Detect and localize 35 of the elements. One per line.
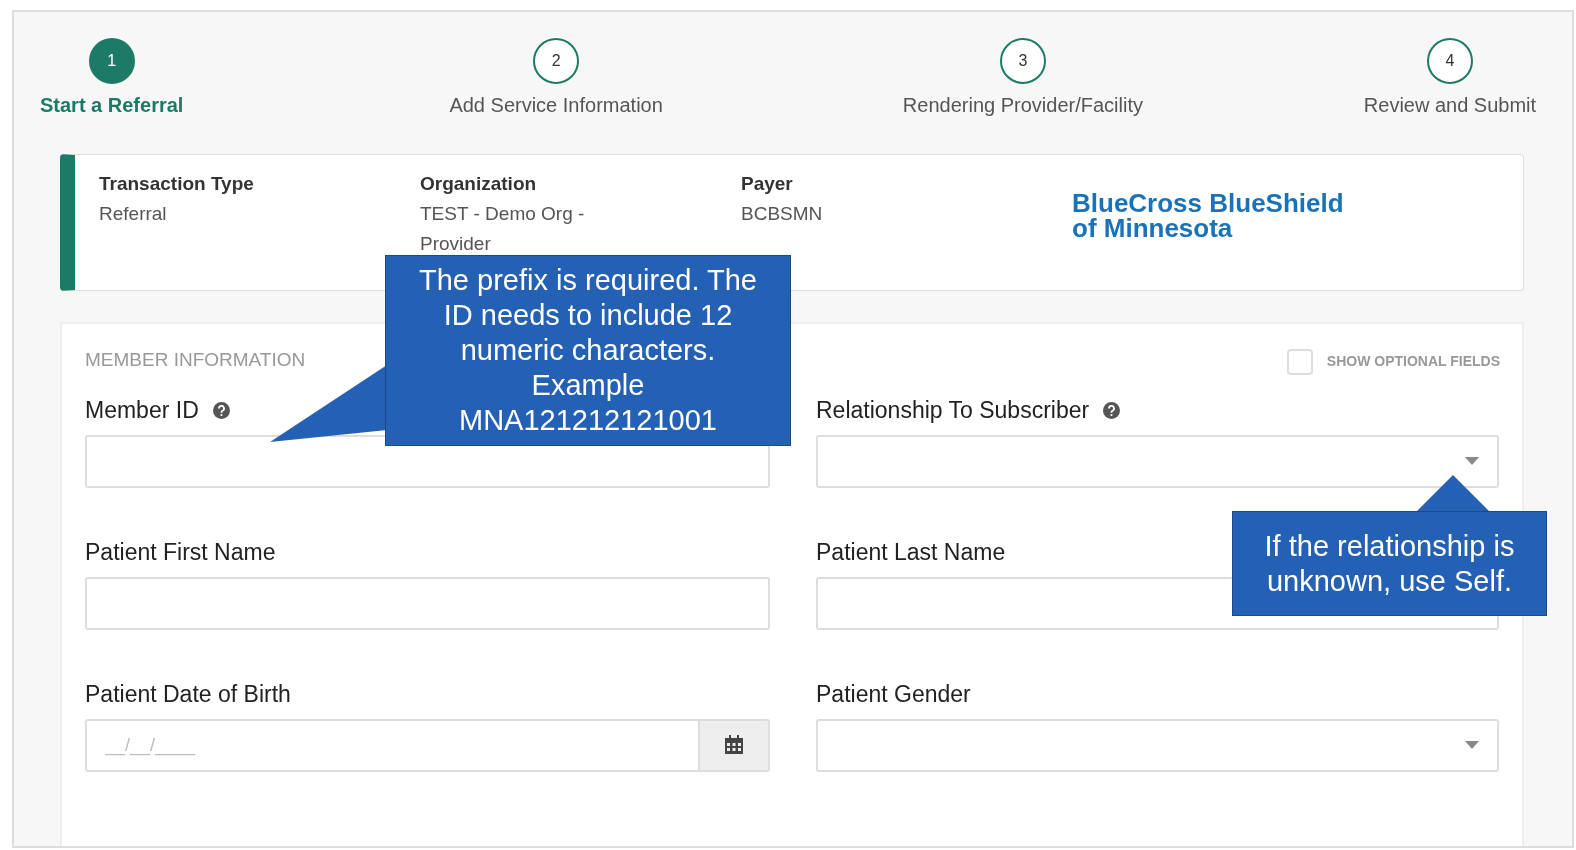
summary-value: TEST - Demo Org - Provider — [420, 202, 586, 256]
calendar-icon — [724, 735, 744, 755]
field-label: Patient Gender — [816, 680, 971, 710]
field-label: Relationship To Subscriber — [816, 396, 1090, 426]
summary-value: BCBSMN — [741, 202, 824, 226]
step-label[interactable]: Rendering Provider/Facility — [902, 90, 1143, 120]
summary-value: Referral — [99, 202, 168, 226]
field-label: Patient Date of Birth — [85, 680, 291, 710]
step-number[interactable]: 4 — [1426, 38, 1473, 84]
logo-text: of Minnesota — [1072, 216, 1234, 241]
caret-icon — [1465, 741, 1479, 749]
summary-heading: Payer — [741, 172, 794, 196]
date-input[interactable]: __/__/____ — [87, 720, 698, 770]
field-label: Patient Last Name — [816, 538, 1006, 568]
step-label[interactable]: Add Service Information — [449, 90, 663, 120]
summary-heading: Transaction Type — [99, 172, 255, 196]
field-label: Member ID — [85, 396, 199, 426]
field-label: Patient First Name — [85, 538, 276, 568]
step-number[interactable]: 3 — [999, 38, 1046, 84]
checkbox[interactable] — [1286, 348, 1313, 375]
calendar-button[interactable] — [700, 718, 770, 772]
step-label[interactable]: Review and Submit — [1363, 90, 1537, 120]
callout-tooltip: The prefix is required. The ID needs to include 12 numeric characters. Example MNA121212121001 — [385, 255, 791, 446]
select-field[interactable] — [816, 434, 1499, 488]
section-title: MEMBER INFORMATION — [85, 348, 306, 372]
select-field[interactable] — [816, 718, 1499, 772]
text-field[interactable] — [85, 576, 770, 630]
summary-heading: Organization — [420, 172, 538, 196]
logo-text: BlueCross BlueShield — [1072, 191, 1344, 216]
caret-icon — [1465, 457, 1479, 465]
help-icon[interactable] — [1103, 402, 1121, 419]
help-icon[interactable] — [212, 402, 230, 419]
step-number[interactable]: 2 — [533, 38, 580, 84]
step-number[interactable]: 1 — [88, 38, 135, 84]
step-label[interactable]: Start a Referral — [40, 90, 184, 120]
